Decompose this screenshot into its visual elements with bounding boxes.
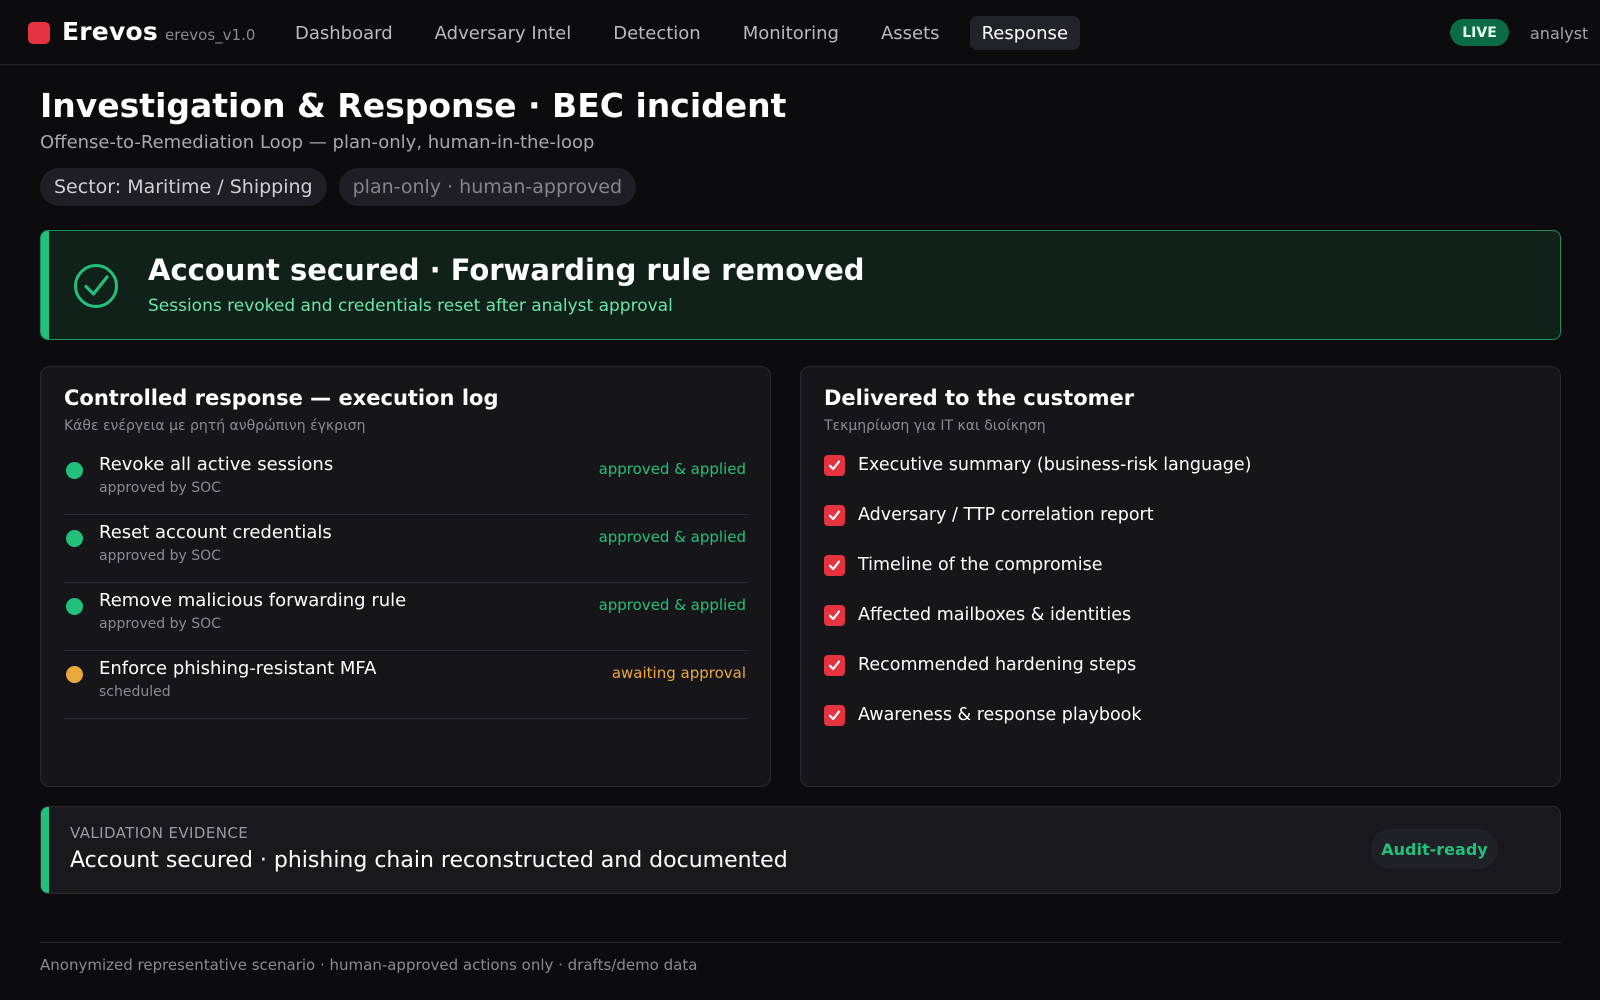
deliverable-label: Executive summary (business-risk languag…	[858, 455, 1252, 475]
audit-ready-badge: Audit-ready	[1371, 829, 1498, 869]
mode-chip: plan-only · human-approved	[338, 168, 637, 206]
execution-log-list: Revoke all active sessions approved by S…	[64, 447, 748, 719]
context-chips: Sector: Maritime / Shipping plan-only · …	[40, 168, 648, 206]
status-dot-icon	[66, 530, 83, 547]
footer-note: Anonymized representative scenario · hum…	[40, 956, 698, 974]
banner-accent-bar	[41, 231, 49, 339]
log-item-approver: approved by SOC	[99, 548, 221, 564]
checkbox-checked-icon[interactable]	[824, 505, 845, 526]
execution-log-title: Controlled response — execution log	[64, 386, 499, 410]
nav-tab-assets[interactable]: Assets	[869, 16, 952, 50]
deliverables-panel: Delivered to the customer Τεκμηρίωση για…	[800, 366, 1561, 787]
checkbox-checked-icon[interactable]	[824, 555, 845, 576]
list-item[interactable]: Recommended hardening steps	[824, 655, 1252, 705]
list-item[interactable]: Adversary / TTP correlation report	[824, 505, 1252, 555]
list-item[interactable]: Affected mailboxes & identities	[824, 605, 1252, 655]
banner-subtitle: Sessions revoked and credentials reset a…	[148, 296, 673, 316]
status-dot-icon	[66, 598, 83, 615]
live-status-badge: LIVE	[1450, 19, 1509, 46]
log-item-status: approved & applied	[598, 528, 746, 546]
log-item-name: Remove malicious forwarding rule	[99, 590, 407, 611]
footer-divider	[40, 942, 1561, 943]
log-item-name: Enforce phishing-resistant MFA	[99, 658, 377, 679]
log-item-approver: approved by SOC	[99, 480, 221, 496]
page-title: Investigation & Response · BEC incident	[40, 86, 787, 125]
deliverable-label: Adversary / TTP correlation report	[858, 505, 1154, 525]
execution-log-panel: Controlled response — execution log Κάθε…	[40, 366, 771, 787]
checkbox-checked-icon[interactable]	[824, 455, 845, 476]
log-item[interactable]: Reset account credentials approved by SO…	[64, 515, 748, 583]
nav-tab-detection[interactable]: Detection	[601, 16, 712, 50]
top-nav: Erevos erevos_v1.0 Dashboard Adversary I…	[0, 0, 1600, 65]
list-item[interactable]: Timeline of the compromise	[824, 555, 1252, 605]
deliverables-subtitle: Τεκμηρίωση για IT και διοίκηση	[824, 418, 1046, 434]
log-item-status: approved & applied	[598, 460, 746, 478]
checkbox-checked-icon[interactable]	[824, 705, 845, 726]
log-item-status: approved & applied	[598, 596, 746, 614]
log-item[interactable]: Remove malicious forwarding rule approve…	[64, 583, 748, 651]
status-dot-icon	[66, 462, 83, 479]
logo-icon	[28, 22, 50, 44]
nav-tabs: Dashboard Adversary Intel Detection Moni…	[283, 16, 1098, 50]
list-item[interactable]: Awareness & response playbook	[824, 705, 1252, 755]
check-circle-icon	[74, 264, 118, 308]
page-subtitle: Offense-to-Remediation Loop — plan-only,…	[40, 132, 595, 153]
deliverables-title: Delivered to the customer	[824, 386, 1135, 410]
sector-chip: Sector: Maritime / Shipping	[40, 168, 327, 206]
checkbox-checked-icon[interactable]	[824, 655, 845, 676]
log-item[interactable]: Revoke all active sessions approved by S…	[64, 447, 748, 515]
nav-tab-adversary-intel[interactable]: Adversary Intel	[423, 16, 584, 50]
status-dot-icon	[66, 666, 83, 683]
user-menu[interactable]: analyst	[1530, 24, 1588, 43]
deliverable-label: Recommended hardening steps	[858, 655, 1137, 675]
log-item-approver: scheduled	[99, 684, 171, 700]
execution-log-subtitle: Κάθε ενέργεια με ρητή ανθρώπινη έγκριση	[64, 418, 366, 434]
nav-tab-monitoring[interactable]: Monitoring	[731, 16, 851, 50]
log-item[interactable]: Enforce phishing-resistant MFA scheduled…	[64, 651, 748, 719]
deliverable-label: Timeline of the compromise	[858, 555, 1103, 575]
deliverables-list: Executive summary (business-risk languag…	[824, 455, 1252, 755]
evidence-accent-bar	[41, 807, 49, 893]
evidence-label: VALIDATION EVIDENCE	[70, 824, 249, 842]
banner-title: Account secured · Forwarding rule remove…	[148, 253, 865, 287]
log-item-approver: approved by SOC	[99, 616, 221, 632]
list-item[interactable]: Executive summary (business-risk languag…	[824, 455, 1252, 505]
checkbox-checked-icon[interactable]	[824, 605, 845, 626]
evidence-text: Account secured · phishing chain reconst…	[70, 848, 788, 873]
validation-evidence-card: VALIDATION EVIDENCE Account secured · ph…	[40, 806, 1561, 894]
nav-tab-response[interactable]: Response	[969, 16, 1081, 50]
log-item-status: awaiting approval	[611, 664, 746, 682]
nav-tab-dashboard[interactable]: Dashboard	[283, 16, 405, 50]
log-item-name: Reset account credentials	[99, 522, 332, 543]
deliverable-label: Affected mailboxes & identities	[858, 605, 1132, 625]
app-version: erevos_v1.0	[165, 26, 256, 44]
brand-name[interactable]: Erevos	[62, 17, 158, 46]
success-banner: Account secured · Forwarding rule remove…	[40, 230, 1561, 340]
log-item-name: Revoke all active sessions	[99, 454, 334, 475]
deliverable-label: Awareness & response playbook	[858, 705, 1142, 725]
